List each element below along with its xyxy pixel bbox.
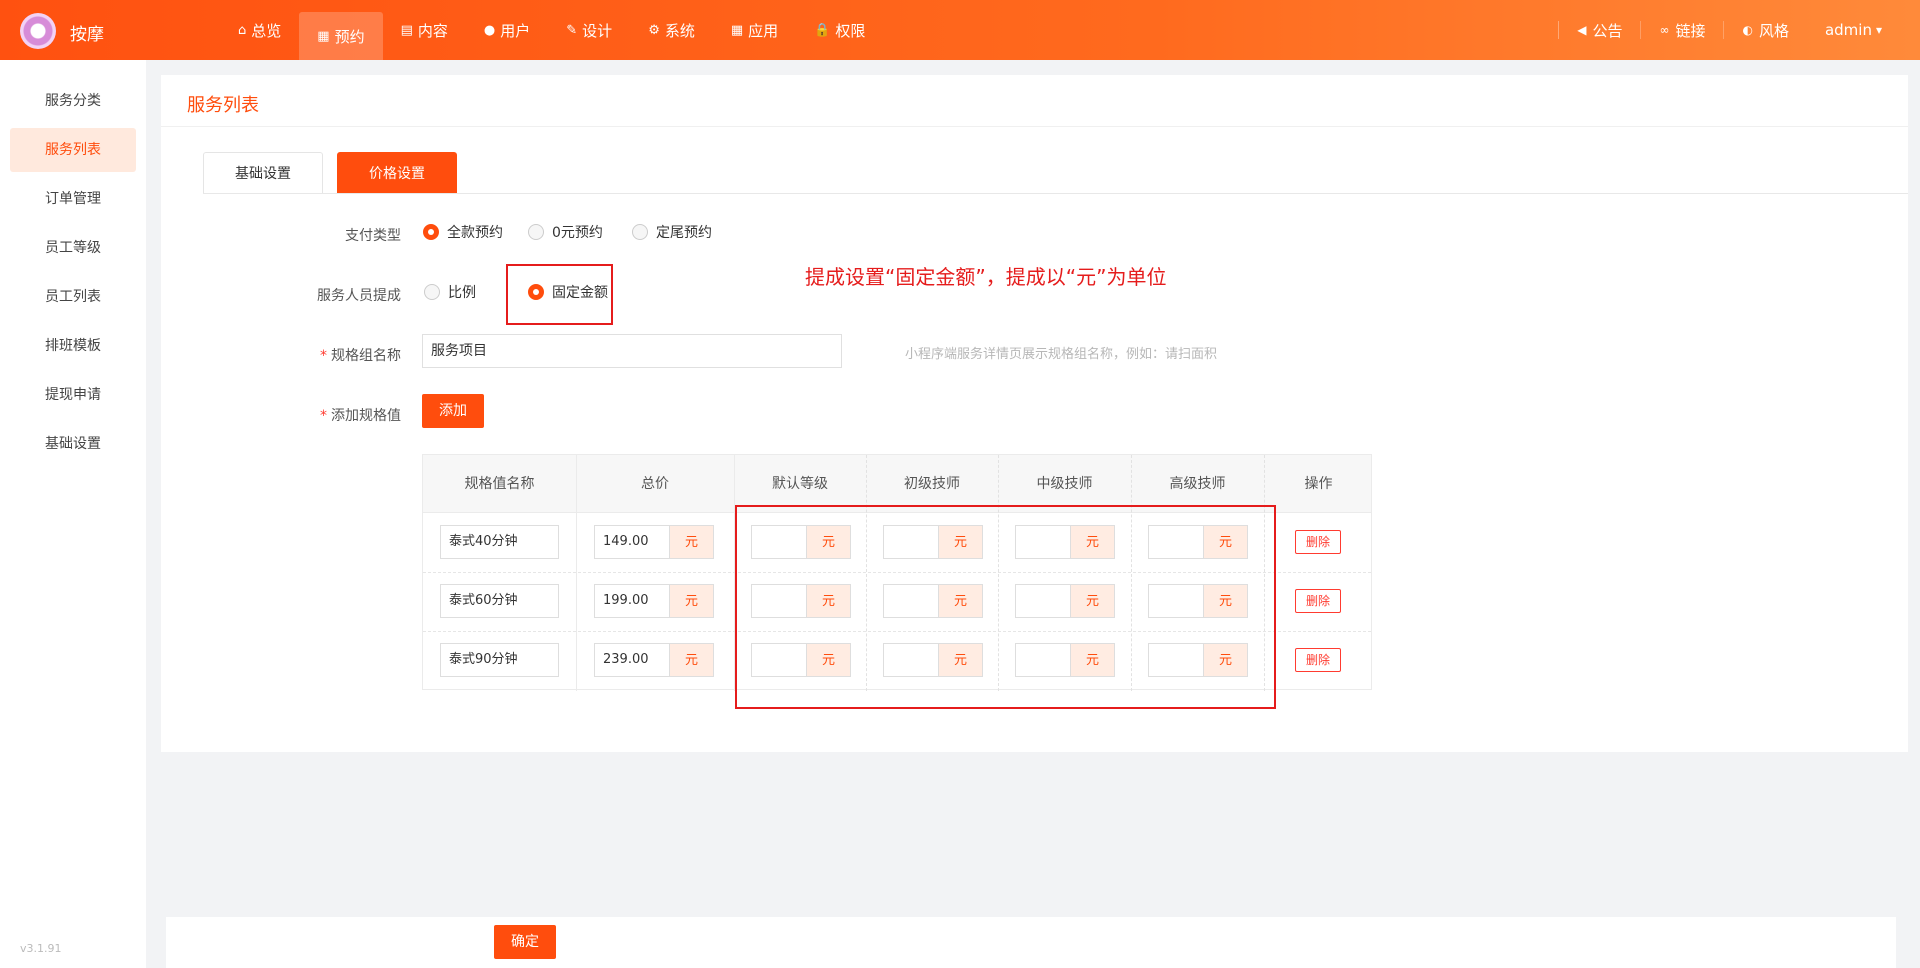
total-price-input[interactable]: 149.00 — [594, 525, 670, 559]
radio-unchecked-icon — [632, 224, 648, 240]
spec-group-hint: 小程序端服务详情页展示规格组名称，例如：请扫面积 — [905, 347, 1218, 362]
radio-unchecked-icon — [424, 284, 440, 300]
radio-checked-icon — [423, 224, 439, 240]
sidebar-item-service-list[interactable]: 服务列表 — [10, 128, 136, 172]
total-price-input[interactable]: 199.00 — [594, 584, 670, 618]
sidebar: 服务分类 服务列表 订单管理 员工等级 员工列表 排班模板 提现申请 基础设置 — [0, 60, 146, 968]
annotation-box-commission-columns — [735, 505, 1276, 709]
spec-name-input[interactable]: 泰式60分钟 — [440, 584, 559, 618]
tab-basic-settings[interactable]: 基础设置 — [203, 152, 323, 194]
col-header-total-price: 总价 — [641, 476, 669, 492]
delete-row-button[interactable]: 删除 — [1295, 589, 1341, 613]
announcement-link[interactable]: ◀ 公告 — [1558, 21, 1640, 40]
delete-row-button[interactable]: 删除 — [1295, 530, 1341, 554]
required-mark: * — [320, 348, 327, 364]
nav-item-design[interactable]: ✎ 设计 — [548, 0, 630, 60]
nav-item-apps[interactable]: ▦ 应用 — [713, 0, 796, 60]
sidebar-item-service-category[interactable]: 服务分类 — [10, 79, 136, 123]
radio-unchecked-icon — [528, 224, 544, 240]
link-icon: ∞ — [1659, 23, 1670, 37]
sidebar-item-withdrawal[interactable]: 提现申请 — [10, 373, 136, 417]
page-title: 服务列表 — [187, 95, 259, 116]
top-navbar: 按摩 ⌂ 总览 ▦ 预约 ▤ 内容 ● 用户 ✎ 设计 ⚙ 系统 ▦ 应用 🔒 权限 ◀ 公告 ∞… — [0, 0, 1920, 60]
main-nav: ⌂ 总览 ▦ 预约 ▤ 内容 ● 用户 ✎ 设计 ⚙ 系统 ▦ 应用 🔒 权限 — [220, 0, 883, 60]
add-spec-button[interactable]: 添加 — [422, 394, 484, 428]
radio-zero-payment[interactable]: 0元预约 — [528, 222, 603, 242]
required-mark: * — [320, 408, 327, 424]
nav-item-system[interactable]: ⚙ 系统 — [630, 0, 713, 60]
brand-name: 按摩 — [70, 25, 104, 45]
confirm-button[interactable]: 确定 — [494, 925, 556, 959]
top-right-menu: ◀ 公告 ∞ 链接 ◐ 风格 admin ▾ — [1558, 0, 1900, 60]
payment-type-label: 支付类型 — [345, 228, 401, 244]
speaker-icon: ◀ — [1577, 23, 1587, 37]
col-header-actions: 操作 — [1304, 476, 1333, 492]
annotation-text: 提成设置“固定金额”，提成以“元”为单位 — [805, 265, 1167, 289]
home-icon: ⌂ — [238, 22, 247, 38]
gear-icon: ⚙ — [648, 22, 660, 38]
commission-label: 服务人员提成 — [317, 288, 401, 304]
spec-group-label: * 规格组名称 — [320, 348, 401, 364]
annotation-box-commission — [506, 264, 613, 325]
chevron-down-icon: ▾ — [1875, 23, 1882, 37]
calendar-icon: ▦ — [317, 28, 330, 44]
tabs-divider — [203, 193, 1908, 194]
col-header-spec-name: 规格值名称 — [464, 476, 535, 492]
footer-bar: 确定 — [166, 917, 1896, 968]
spec-group-name-input[interactable]: 服务项目 — [422, 334, 842, 368]
spec-name-input[interactable]: 泰式40分钟 — [440, 525, 559, 559]
tab-price-settings[interactable]: 价格设置 — [337, 152, 457, 194]
unit-addon: 元 — [670, 525, 714, 559]
nav-item-booking[interactable]: ▦ 预约 — [299, 12, 383, 60]
palette-icon: ◐ — [1742, 23, 1753, 37]
brush-icon: ✎ — [566, 22, 578, 38]
grid-icon: ▦ — [730, 22, 744, 38]
nav-item-overview[interactable]: ⌂ 总览 — [220, 0, 299, 60]
links-link[interactable]: ∞ 链接 — [1640, 21, 1723, 40]
nav-item-permissions[interactable]: 🔒 权限 — [796, 0, 883, 60]
radio-commission-ratio[interactable]: 比例 — [424, 282, 476, 302]
nav-item-content[interactable]: ▤ 内容 — [383, 0, 466, 60]
unit-addon: 元 — [670, 643, 714, 677]
sidebar-item-basic-settings[interactable]: 基础设置 — [10, 422, 136, 466]
nav-item-users[interactable]: ● 用户 — [466, 0, 548, 60]
document-icon: ▤ — [400, 22, 413, 38]
delete-row-button[interactable]: 删除 — [1295, 648, 1341, 672]
column-divider — [576, 455, 577, 691]
sidebar-item-schedule-template[interactable]: 排班模板 — [10, 324, 136, 368]
style-link[interactable]: ◐ 风格 — [1723, 21, 1807, 40]
radio-full-payment[interactable]: 全款预约 — [423, 222, 503, 242]
sidebar-item-staff-level[interactable]: 员工等级 — [10, 226, 136, 270]
spec-name-input[interactable]: 泰式90分钟 — [440, 643, 559, 677]
title-divider — [161, 126, 1908, 127]
lock-icon: 🔒 — [814, 22, 831, 38]
admin-menu[interactable]: admin ▾ — [1807, 21, 1900, 39]
sidebar-item-staff-list[interactable]: 员工列表 — [10, 275, 136, 319]
main-card: 服务列表 基础设置 价格设置 支付类型 全款预约 0元预约 定尾预约 服务人员提… — [161, 75, 1908, 752]
sidebar-item-order-management[interactable]: 订单管理 — [10, 177, 136, 221]
brand-logo-icon[interactable] — [20, 13, 56, 49]
unit-addon: 元 — [670, 584, 714, 618]
radio-deposit-payment[interactable]: 定尾预约 — [632, 222, 712, 242]
version-label: v3.1.91 — [20, 942, 62, 955]
total-price-input[interactable]: 239.00 — [594, 643, 670, 677]
user-icon: ● — [483, 22, 496, 38]
add-spec-label: * 添加规格值 — [320, 408, 401, 424]
